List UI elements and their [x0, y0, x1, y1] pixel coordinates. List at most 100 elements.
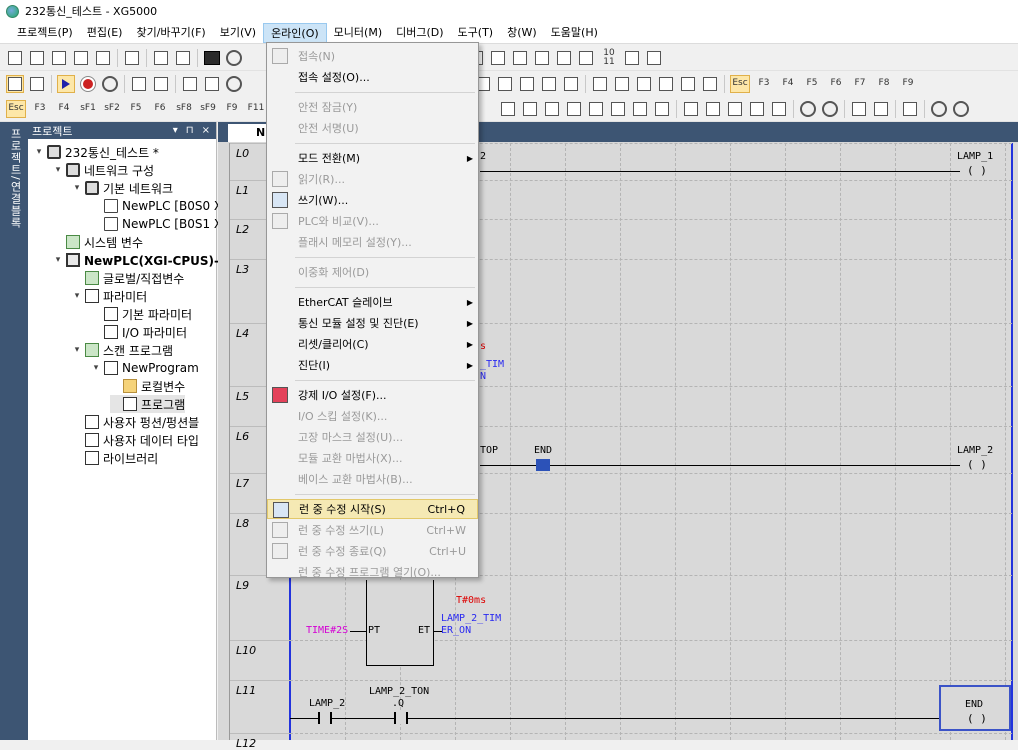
contact-end-nc[interactable]: [536, 459, 550, 471]
open-file-icon[interactable]: [28, 49, 46, 67]
pause-icon[interactable]: [101, 75, 119, 93]
panel-pin-icon[interactable]: ⊓: [186, 125, 194, 136]
tool-icon-1[interactable]: [850, 100, 868, 118]
menu-9[interactable]: 도움말(H): [544, 23, 605, 43]
tree-item[interactable]: 기본 파라미터: [91, 305, 192, 323]
coil-lamp-2[interactable]: ( ): [965, 458, 989, 471]
online-menu-item-19[interactable]: 강제 I/O 설정(F)...: [267, 385, 478, 405]
tree-item[interactable]: 로컬변수: [110, 377, 185, 395]
display-icon-1[interactable]: [682, 100, 700, 118]
key-f9-button[interactable]: F9: [898, 75, 918, 93]
ladder-sf8-button[interactable]: sF8: [174, 100, 194, 118]
online-menu-item-6[interactable]: 모드 전환(M) ▶: [267, 148, 478, 168]
key-f3-button[interactable]: F3: [754, 75, 774, 93]
view-icon-1[interactable]: [499, 100, 517, 118]
tree-item[interactable]: ▾ 스캔 프로그램: [72, 341, 173, 359]
tree-item[interactable]: ▾ 파라미터: [72, 287, 147, 305]
menu-2[interactable]: 찾기/바꾸기(F): [129, 23, 212, 43]
expand-toggle-icon[interactable]: ▾: [34, 147, 44, 157]
run-icon[interactable]: [57, 74, 75, 93]
display-icon-3[interactable]: [726, 100, 744, 118]
tree-item[interactable]: ▾ NewPLC(XGI-CPUS)-런: [53, 251, 230, 269]
ladder-f4-button[interactable]: F4: [54, 100, 74, 118]
key-f6-button[interactable]: F6: [826, 75, 846, 93]
expand-toggle-icon[interactable]: ▾: [53, 255, 63, 265]
view-icon-8[interactable]: [653, 100, 671, 118]
online-menu-item-15[interactable]: 통신 모듈 설정 및 진단(E) ▶: [267, 313, 478, 333]
editor-tab[interactable]: N: [228, 124, 268, 142]
menu-0[interactable]: 프로젝트(P): [10, 23, 80, 43]
find-next-icon[interactable]: [533, 49, 551, 67]
view-icon-5[interactable]: [587, 100, 605, 118]
contact-lamp-2[interactable]: [318, 712, 332, 724]
step-count-icon[interactable]: 10 11: [599, 48, 619, 67]
zoom-in-icon[interactable]: [799, 100, 817, 118]
panel-close-icon[interactable]: ×: [202, 125, 210, 136]
ladder-f5-button[interactable]: F5: [126, 100, 146, 118]
online-menu-item-25[interactable]: 런 중 수정 시작(S) Ctrl+Q: [267, 499, 478, 519]
replace-icon[interactable]: [511, 49, 529, 67]
ladder-f9-button[interactable]: F9: [222, 100, 242, 118]
tree-item[interactable]: ▾ NewProgram: [91, 359, 199, 377]
ladder-f11-button[interactable]: F11: [246, 100, 266, 118]
edit-run-toolbar-icon[interactable]: [181, 75, 199, 93]
new-file-icon[interactable]: [6, 49, 24, 67]
stop-icon[interactable]: [79, 75, 97, 93]
key-esc-button[interactable]: Esc: [730, 74, 750, 93]
coil-lamp-1[interactable]: ( ): [965, 164, 989, 177]
display-icon-4[interactable]: [748, 100, 766, 118]
save-icon[interactable]: [72, 49, 90, 67]
view-icon-3[interactable]: [543, 100, 561, 118]
contact-lamp-2-ton-q[interactable]: [394, 712, 408, 724]
key-f8-button[interactable]: F8: [874, 75, 894, 93]
tree-item[interactable]: 라이브러리: [72, 449, 158, 467]
online-menu-item-17[interactable]: 진단(I) ▶: [267, 355, 478, 375]
expand-toggle-icon[interactable]: ▾: [72, 291, 82, 301]
tree-item[interactable]: 프로그램: [110, 395, 186, 413]
find-icon[interactable]: [489, 49, 507, 67]
keyboard-icon[interactable]: [562, 75, 580, 93]
coil-set-icon[interactable]: [701, 75, 719, 93]
expand-toggle-icon[interactable]: ▾: [72, 345, 82, 355]
menu-3[interactable]: 보기(V): [213, 23, 263, 43]
tree-item[interactable]: 시스템 변수: [53, 233, 143, 251]
tree-item[interactable]: I/O 파라미터: [91, 323, 187, 341]
event-icon[interactable]: [540, 75, 558, 93]
display-icon-5[interactable]: [770, 100, 788, 118]
contact-nc-icon[interactable]: [613, 75, 631, 93]
zoom-out-icon[interactable]: [821, 100, 839, 118]
contact-n-icon[interactable]: [657, 75, 675, 93]
online-menu-item-1[interactable]: 접속 설정(O)...: [267, 67, 478, 87]
ladder-f3-button[interactable]: F3: [30, 100, 50, 118]
tool-icon-4[interactable]: [930, 100, 948, 118]
copy-icon[interactable]: [174, 49, 192, 67]
view-icon-2[interactable]: [521, 100, 539, 118]
menu-5[interactable]: 모니터(M): [327, 23, 389, 43]
tool-icon-2[interactable]: [872, 100, 890, 118]
display-icon-2[interactable]: [704, 100, 722, 118]
key-f7-button[interactable]: F7: [850, 75, 870, 93]
tree-item[interactable]: 글로벌/직접변수: [72, 269, 184, 287]
expand-toggle-icon[interactable]: ▾: [72, 183, 82, 193]
plc-info-icon[interactable]: [130, 75, 148, 93]
chart-icon[interactable]: [496, 75, 514, 93]
contact-p-icon[interactable]: [635, 75, 653, 93]
write-toolbar-icon[interactable]: [28, 75, 46, 93]
device-icon[interactable]: [518, 75, 536, 93]
tree-item[interactable]: NewPLC [B0S0 X: [91, 197, 222, 215]
tool-icon-3[interactable]: [901, 100, 919, 118]
ladder-sf9-button[interactable]: sF9: [198, 100, 218, 118]
plc-history-icon[interactable]: [152, 75, 170, 93]
expand-toggle-icon[interactable]: ▾: [91, 363, 101, 373]
panel-dropdown-icon[interactable]: ▾: [173, 125, 178, 136]
menu-6[interactable]: 디버그(D): [389, 23, 450, 43]
end-coil[interactable]: ( ): [965, 712, 989, 725]
ladder-f6-button[interactable]: F6: [150, 100, 170, 118]
online-menu-item-8[interactable]: 쓰기(W)...: [267, 190, 478, 210]
ladder-esc-button[interactable]: Esc: [6, 99, 26, 118]
step-icon[interactable]: [577, 49, 595, 67]
timer-function-block[interactable]: [366, 580, 434, 666]
online-menu-item-16[interactable]: 리셋/클리어(C) ▶: [267, 334, 478, 354]
view-icon-7[interactable]: [631, 100, 649, 118]
menu-8[interactable]: 창(W): [500, 23, 544, 43]
